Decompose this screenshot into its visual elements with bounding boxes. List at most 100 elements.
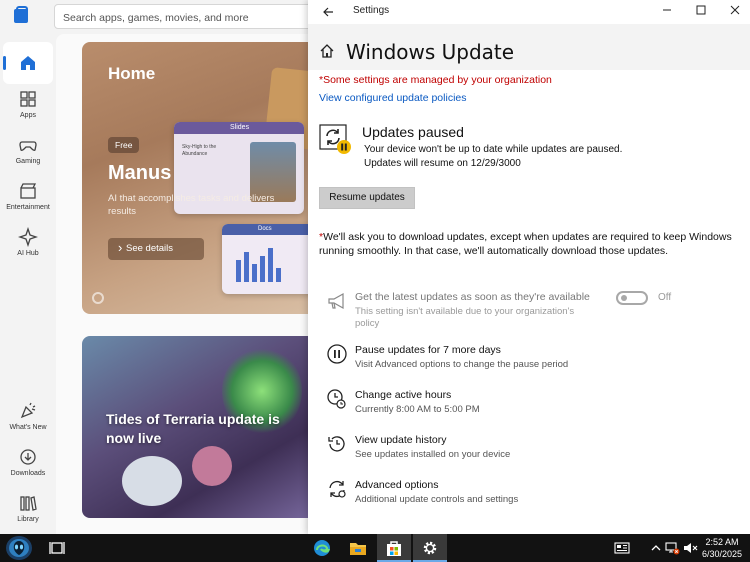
task-view-button[interactable]: [40, 534, 74, 562]
clock-date: 6/30/2025: [701, 549, 743, 559]
edge-icon: [314, 540, 330, 556]
clapperboard-icon: [20, 183, 37, 199]
doc-bar: [268, 248, 273, 282]
nav-apps-label: Apps: [20, 112, 36, 119]
promo-art: [192, 446, 232, 486]
store-topbar: Search apps, games, movies, and more: [0, 0, 308, 34]
store-window: Search apps, games, movies, and more App…: [0, 0, 308, 534]
option-pause-updates[interactable]: Pause updates for 7 more days Visit Adva…: [326, 343, 726, 383]
history-icon: [328, 436, 345, 452]
slide-heading: Sky-High to the Abundance: [182, 144, 217, 157]
back-arrow-icon: [323, 7, 333, 17]
page-header: Windows Update: [308, 24, 750, 70]
nav-whats-new[interactable]: What's New: [3, 398, 53, 440]
page-title: Windows Update: [346, 40, 515, 64]
option-title: Get the latest updates as soon as they'r…: [355, 291, 590, 303]
latest-updates-toggle[interactable]: [616, 291, 648, 305]
pause-icon: [327, 344, 347, 364]
taskbar-store[interactable]: [377, 534, 411, 562]
clock-icon: [327, 389, 346, 409]
promo-art: [122, 456, 182, 506]
folder-icon: [350, 543, 366, 555]
store-content: Slides Sky-High to the Abundance Docs Ho…: [56, 34, 308, 534]
option-active-hours[interactable]: Change active hours Currently 8:00 AM to…: [326, 388, 726, 428]
slide-label: Slides: [174, 122, 304, 134]
window-title: Settings: [353, 5, 390, 16]
option-subtitle: This setting isn't available due to your…: [355, 306, 575, 329]
nav-home[interactable]: [3, 42, 53, 84]
start-logo-icon: [6, 536, 32, 560]
sync-gear-icon: [329, 480, 346, 498]
nav-gaming[interactable]: Gaming: [3, 132, 53, 174]
settings-gear-icon: [423, 541, 437, 555]
managed-notice: *Some settings are managed by your organ…: [319, 74, 552, 86]
download-icon: [20, 449, 36, 465]
maximize-button[interactable]: [684, 0, 718, 24]
view-policies-link[interactable]: View configured update policies: [319, 92, 467, 104]
whats-new-icon: [20, 402, 36, 419]
option-subtitle: Additional update controls and settings: [355, 494, 519, 505]
title-bar: Settings: [308, 0, 750, 24]
task-view-icon: [49, 542, 65, 554]
taskbar-file-explorer[interactable]: [341, 534, 375, 562]
settings-window: Settings Windows Update *Some settings a…: [308, 0, 750, 534]
doc-bar: [236, 260, 241, 282]
nav-ai-hub[interactable]: AI Hub: [3, 224, 53, 266]
doc-bar: [252, 264, 257, 282]
doc-bar: [276, 268, 281, 282]
megaphone-icon: [328, 292, 344, 310]
taskbar-settings[interactable]: [413, 534, 447, 562]
nav-entertainment[interactable]: Entertainment: [3, 178, 53, 220]
promo-title: Tides of Terraria update is now live: [106, 411, 280, 446]
nav-apps[interactable]: Apps: [3, 86, 53, 128]
store-logo-icon: [14, 6, 28, 23]
loading-icon: [92, 292, 104, 304]
nav-downloads[interactable]: Downloads: [3, 444, 53, 486]
option-title: Advanced options: [355, 479, 439, 491]
library-icon: [20, 496, 37, 511]
apps-icon: [20, 91, 36, 107]
doc-label: Docs: [222, 224, 308, 235]
resume-updates-button[interactable]: Resume updates: [319, 187, 415, 209]
store-search-input[interactable]: Search apps, games, movies, and more: [54, 4, 308, 29]
update-paused-icon: [319, 124, 351, 154]
gamepad-icon: [19, 141, 37, 151]
network-disconnected-icon[interactable]: [664, 540, 680, 556]
back-button[interactable]: [316, 2, 340, 22]
nav-library-label: Library: [17, 516, 39, 523]
doc-bar: [260, 256, 265, 282]
taskbar-edge[interactable]: [305, 534, 339, 562]
option-subtitle: Currently 8:00 AM to 5:00 PM: [355, 404, 480, 415]
nav-downloads-label: Downloads: [10, 470, 46, 477]
sparkle-icon: [18, 227, 38, 247]
nav-library[interactable]: Library: [3, 490, 53, 532]
home-icon: [21, 56, 35, 70]
chevron-up-icon[interactable]: [648, 540, 664, 556]
option-latest-updates: Get the latest updates as soon as they'r…: [326, 290, 726, 330]
maximize-icon: [696, 5, 706, 15]
hero-banner[interactable]: Slides Sky-High to the Abundance Docs Ho…: [82, 42, 308, 314]
option-subtitle: See updates installed on your device: [355, 449, 511, 460]
price-badge: Free: [108, 137, 140, 153]
option-update-history[interactable]: View update history See updates installe…: [326, 433, 726, 473]
minimize-button[interactable]: [650, 0, 684, 24]
option-subtitle: Visit Advanced options to change the pau…: [355, 359, 569, 370]
hero-app-name: Manus: [108, 162, 172, 184]
minimize-icon: [663, 9, 671, 11]
promo-banner[interactable]: Tides of Terraria update is now live: [82, 336, 308, 518]
news-widget-icon[interactable]: [614, 540, 630, 556]
system-clock[interactable]: 2:52 AM 6/30/2025: [696, 536, 748, 560]
start-button[interactable]: [4, 535, 34, 561]
taskbar: 2:52 AM 6/30/2025: [0, 534, 750, 562]
see-details-button[interactable]: See details: [108, 238, 204, 260]
hero-title: Home: [108, 64, 156, 83]
hero-subtitle: AI that accomplishes tasks and delivers …: [108, 193, 275, 217]
resume-date: Updates will resume on 12/29/3000: [364, 158, 521, 169]
store-icon: [387, 541, 401, 556]
close-button[interactable]: [718, 0, 750, 24]
option-title: Pause updates for 7 more days: [355, 344, 501, 356]
clock-time: 2:52 AM: [705, 537, 739, 547]
option-title: Change active hours: [355, 389, 452, 401]
home-icon: [320, 44, 334, 58]
option-advanced[interactable]: Advanced options Additional update contr…: [326, 478, 726, 518]
